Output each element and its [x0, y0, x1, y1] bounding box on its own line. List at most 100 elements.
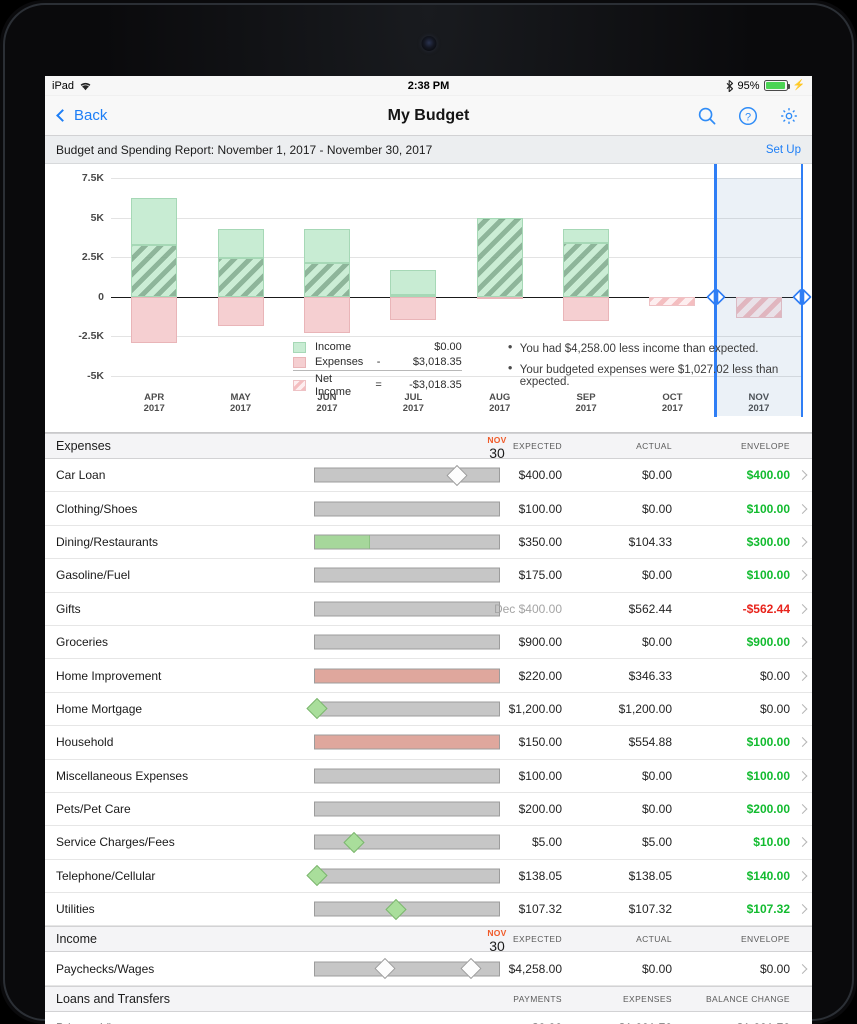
- bluetooth-icon: [726, 80, 734, 92]
- budget-bar[interactable]: [314, 961, 500, 976]
- row-label: Dining/Restaurants: [45, 535, 158, 549]
- budget-bar[interactable]: [314, 768, 500, 783]
- budget-bar[interactable]: [314, 534, 500, 549]
- chevron-right-icon[interactable]: [798, 771, 808, 781]
- chevron-right-icon[interactable]: [798, 804, 808, 814]
- budget-bar[interactable]: [314, 568, 500, 583]
- chart-footer: Income$0.00Expenses-$3,018.35Net Income=…: [45, 340, 812, 396]
- row-expected: $100.00: [519, 502, 562, 516]
- budget-bar-marker[interactable]: [306, 698, 327, 719]
- legend-swatch: [293, 372, 306, 400]
- row-label: Telephone/Cellular: [45, 869, 155, 883]
- navigation-bar: Back My Budget ?: [45, 96, 812, 136]
- chart-zero-axis: [111, 297, 802, 298]
- chevron-right-icon[interactable]: [798, 838, 808, 848]
- budget-bar[interactable]: [314, 701, 500, 716]
- chevron-right-icon[interactable]: [798, 964, 808, 974]
- budget-bar-marker[interactable]: [374, 958, 395, 979]
- budget-bar[interactable]: [314, 735, 500, 750]
- row-label: Gasoline/Fuel: [45, 568, 130, 582]
- row-actual: $554.88: [629, 735, 672, 749]
- row-actual: $346.33: [629, 669, 672, 683]
- column-header-actual: ACTUAL: [636, 441, 672, 451]
- table-row[interactable]: GiftsDec $400.00$562.44-$562.44: [45, 593, 812, 626]
- budget-bar-marker[interactable]: [306, 865, 327, 886]
- chart-selection-handle-end[interactable]: [791, 287, 813, 307]
- chevron-right-icon[interactable]: [798, 904, 808, 914]
- budget-bar-marker[interactable]: [343, 832, 364, 853]
- chart-bar-income: [131, 198, 177, 245]
- budget-bar[interactable]: [314, 468, 500, 483]
- budget-bar[interactable]: [314, 501, 500, 516]
- chevron-right-icon[interactable]: [798, 671, 808, 681]
- budget-chart: 7.5K5K2.5K0-2.5K-5KAPR2017MAY2017JUN2017…: [45, 164, 812, 433]
- budget-bar[interactable]: [314, 601, 500, 616]
- chart-gridline: [111, 178, 802, 179]
- table-row[interactable]: Pets/Pet Care$200.00$0.00$200.00: [45, 793, 812, 826]
- search-icon[interactable]: [697, 106, 717, 126]
- chevron-right-icon[interactable]: [798, 604, 808, 614]
- chevron-right-icon[interactable]: [798, 470, 808, 480]
- gear-icon[interactable]: [779, 106, 799, 126]
- chart-legend: Income$0.00Expenses-$3,018.35Net Income=…: [293, 340, 462, 396]
- chevron-right-icon[interactable]: [798, 871, 808, 881]
- table-row[interactable]: Paychecks/Wages$4,258.00$0.00$0.00: [45, 952, 812, 985]
- table-row[interactable]: Clothing/Shoes$100.00$0.00$100.00: [45, 492, 812, 525]
- set-up-button[interactable]: Set Up: [766, 144, 801, 156]
- chart-bar-income: [304, 229, 350, 262]
- budget-bar[interactable]: [314, 868, 500, 883]
- row-expected: $200.00: [519, 802, 562, 816]
- budget-bar[interactable]: [314, 635, 500, 650]
- legend-value: -$3,018.35: [388, 372, 462, 400]
- chevron-right-icon[interactable]: [798, 570, 808, 580]
- table-row[interactable]: Utilities$107.32$107.32$107.32: [45, 893, 812, 926]
- chevron-right-icon[interactable]: [798, 704, 808, 714]
- help-icon[interactable]: ?: [738, 106, 758, 126]
- legend-swatch: [293, 355, 306, 371]
- chart-selection-handle-start[interactable]: [704, 287, 727, 307]
- table-row[interactable]: Car Loan$400.00$0.00$400.00: [45, 459, 812, 492]
- table-row[interactable]: Service Charges/Fees$5.00$5.00$10.00: [45, 826, 812, 859]
- budget-bar[interactable]: [314, 668, 500, 683]
- row-envelope: $100.00: [747, 502, 790, 516]
- row-envelope: $300.00: [747, 535, 790, 549]
- table-row[interactable]: Dining/Restaurants$350.00$104.33$300.00: [45, 526, 812, 559]
- row-expected: $107.32: [519, 902, 562, 916]
- budget-bar[interactable]: [314, 802, 500, 817]
- table-row[interactable]: Telephone/Cellular$138.05$138.05$140.00: [45, 860, 812, 893]
- chevron-right-icon[interactable]: [798, 537, 808, 547]
- chevron-right-icon[interactable]: [798, 737, 808, 747]
- legend-operator: =: [375, 372, 387, 400]
- budget-bar-marker[interactable]: [461, 958, 482, 979]
- chart-gridline: [111, 218, 802, 219]
- chart-note: Your budgeted expenses were $1,027.02 le…: [508, 364, 812, 388]
- table-row[interactable]: Primary Visa$0.00-$1,601.70-$1,601.70: [45, 1012, 812, 1024]
- row-envelope: $0.00: [760, 669, 790, 683]
- row-actual: $0.00: [642, 962, 672, 976]
- budget-bar-marker[interactable]: [446, 465, 467, 486]
- row-actual: $104.33: [629, 535, 672, 549]
- chart-bar-expenses: [218, 258, 264, 297]
- table-row[interactable]: Miscellaneous Expenses$100.00$0.00$100.0…: [45, 760, 812, 793]
- chart-bar-net-income: [477, 297, 523, 299]
- chevron-right-icon[interactable]: [798, 637, 808, 647]
- row-label: Utilities: [45, 902, 95, 916]
- column-header-expected: EXPECTED: [513, 934, 562, 944]
- table-row[interactable]: Household$150.00$554.88$100.00: [45, 726, 812, 759]
- budget-bar-fill: [315, 535, 370, 548]
- chart-y-tick-label: 2.5K: [82, 251, 104, 263]
- section-title: Loans and Transfers: [45, 992, 170, 1006]
- budget-bar-marker[interactable]: [385, 899, 406, 920]
- status-bar-time: 2:38 PM: [45, 80, 812, 92]
- legend-operator: [375, 340, 387, 355]
- table-row[interactable]: Groceries$900.00$0.00$900.00: [45, 626, 812, 659]
- budget-bar[interactable]: [314, 902, 500, 917]
- table-row[interactable]: Home Mortgage$1,200.00$1,200.00$0.00: [45, 693, 812, 726]
- row-actual: $0.00: [642, 568, 672, 582]
- table-row[interactable]: Gasoline/Fuel$175.00$0.00$100.00: [45, 559, 812, 592]
- chevron-right-icon[interactable]: [798, 504, 808, 514]
- budget-bar[interactable]: [314, 835, 500, 850]
- table-row[interactable]: Home Improvement$220.00$346.33$0.00: [45, 659, 812, 692]
- row-expected: $5.00: [532, 835, 562, 849]
- legend-value: $3,018.35: [388, 355, 462, 371]
